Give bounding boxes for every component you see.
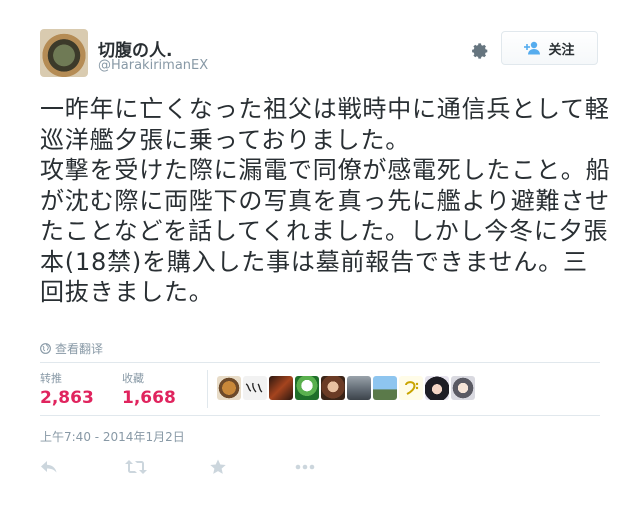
tweet-actions <box>40 456 380 478</box>
avatar[interactable] <box>425 376 449 400</box>
divider <box>40 362 600 363</box>
reply-button[interactable] <box>40 456 125 478</box>
timestamp[interactable]: 上午7:40 - 2014年1月2日 <box>40 428 185 445</box>
avatar[interactable] <box>451 376 475 400</box>
retweet-button[interactable] <box>125 456 210 478</box>
avatar[interactable] <box>40 29 88 77</box>
star-icon <box>210 459 226 474</box>
more-icon <box>295 464 315 470</box>
avatar[interactable] <box>399 376 423 400</box>
avatar[interactable] <box>217 376 241 400</box>
avatar[interactable] <box>347 376 371 400</box>
follow-button-label: 关注 <box>548 42 575 58</box>
favorite-count[interactable]: 收藏 1,668 <box>122 370 176 408</box>
favorites-label: 收藏 <box>122 372 144 385</box>
tweet-text: 一昨年に亡くなった祖父は戦時中に通信兵として軽巡洋艦夕張に乗っておりました。 攻… <box>40 95 611 306</box>
translate-link[interactable]: 查看翻译 <box>40 340 103 357</box>
divider <box>207 370 208 408</box>
screen-name[interactable]: @HarakirimanEX <box>98 58 208 73</box>
gear-icon[interactable] <box>467 39 491 63</box>
add-user-icon <box>524 41 541 55</box>
retweets-label: 转推 <box>40 372 62 385</box>
retweet-count[interactable]: 转推 2,863 <box>40 370 94 408</box>
avatar[interactable] <box>295 376 319 400</box>
favorites-value: 1,668 <box>122 388 176 408</box>
follow-button[interactable]: 关注 <box>501 31 598 65</box>
globe-icon <box>40 343 51 354</box>
translate-label: 查看翻译 <box>55 342 104 356</box>
avatar[interactable] <box>269 376 293 400</box>
retweets-value: 2,863 <box>40 388 94 408</box>
avatar[interactable] <box>321 376 345 400</box>
favoriter-avatars <box>217 376 475 400</box>
divider <box>40 415 600 416</box>
avatar[interactable] <box>243 376 267 400</box>
more-button[interactable] <box>295 456 380 478</box>
avatar[interactable] <box>373 376 397 400</box>
favorite-button[interactable] <box>210 456 295 478</box>
retweet-icon <box>125 460 147 474</box>
reply-icon <box>41 461 57 473</box>
